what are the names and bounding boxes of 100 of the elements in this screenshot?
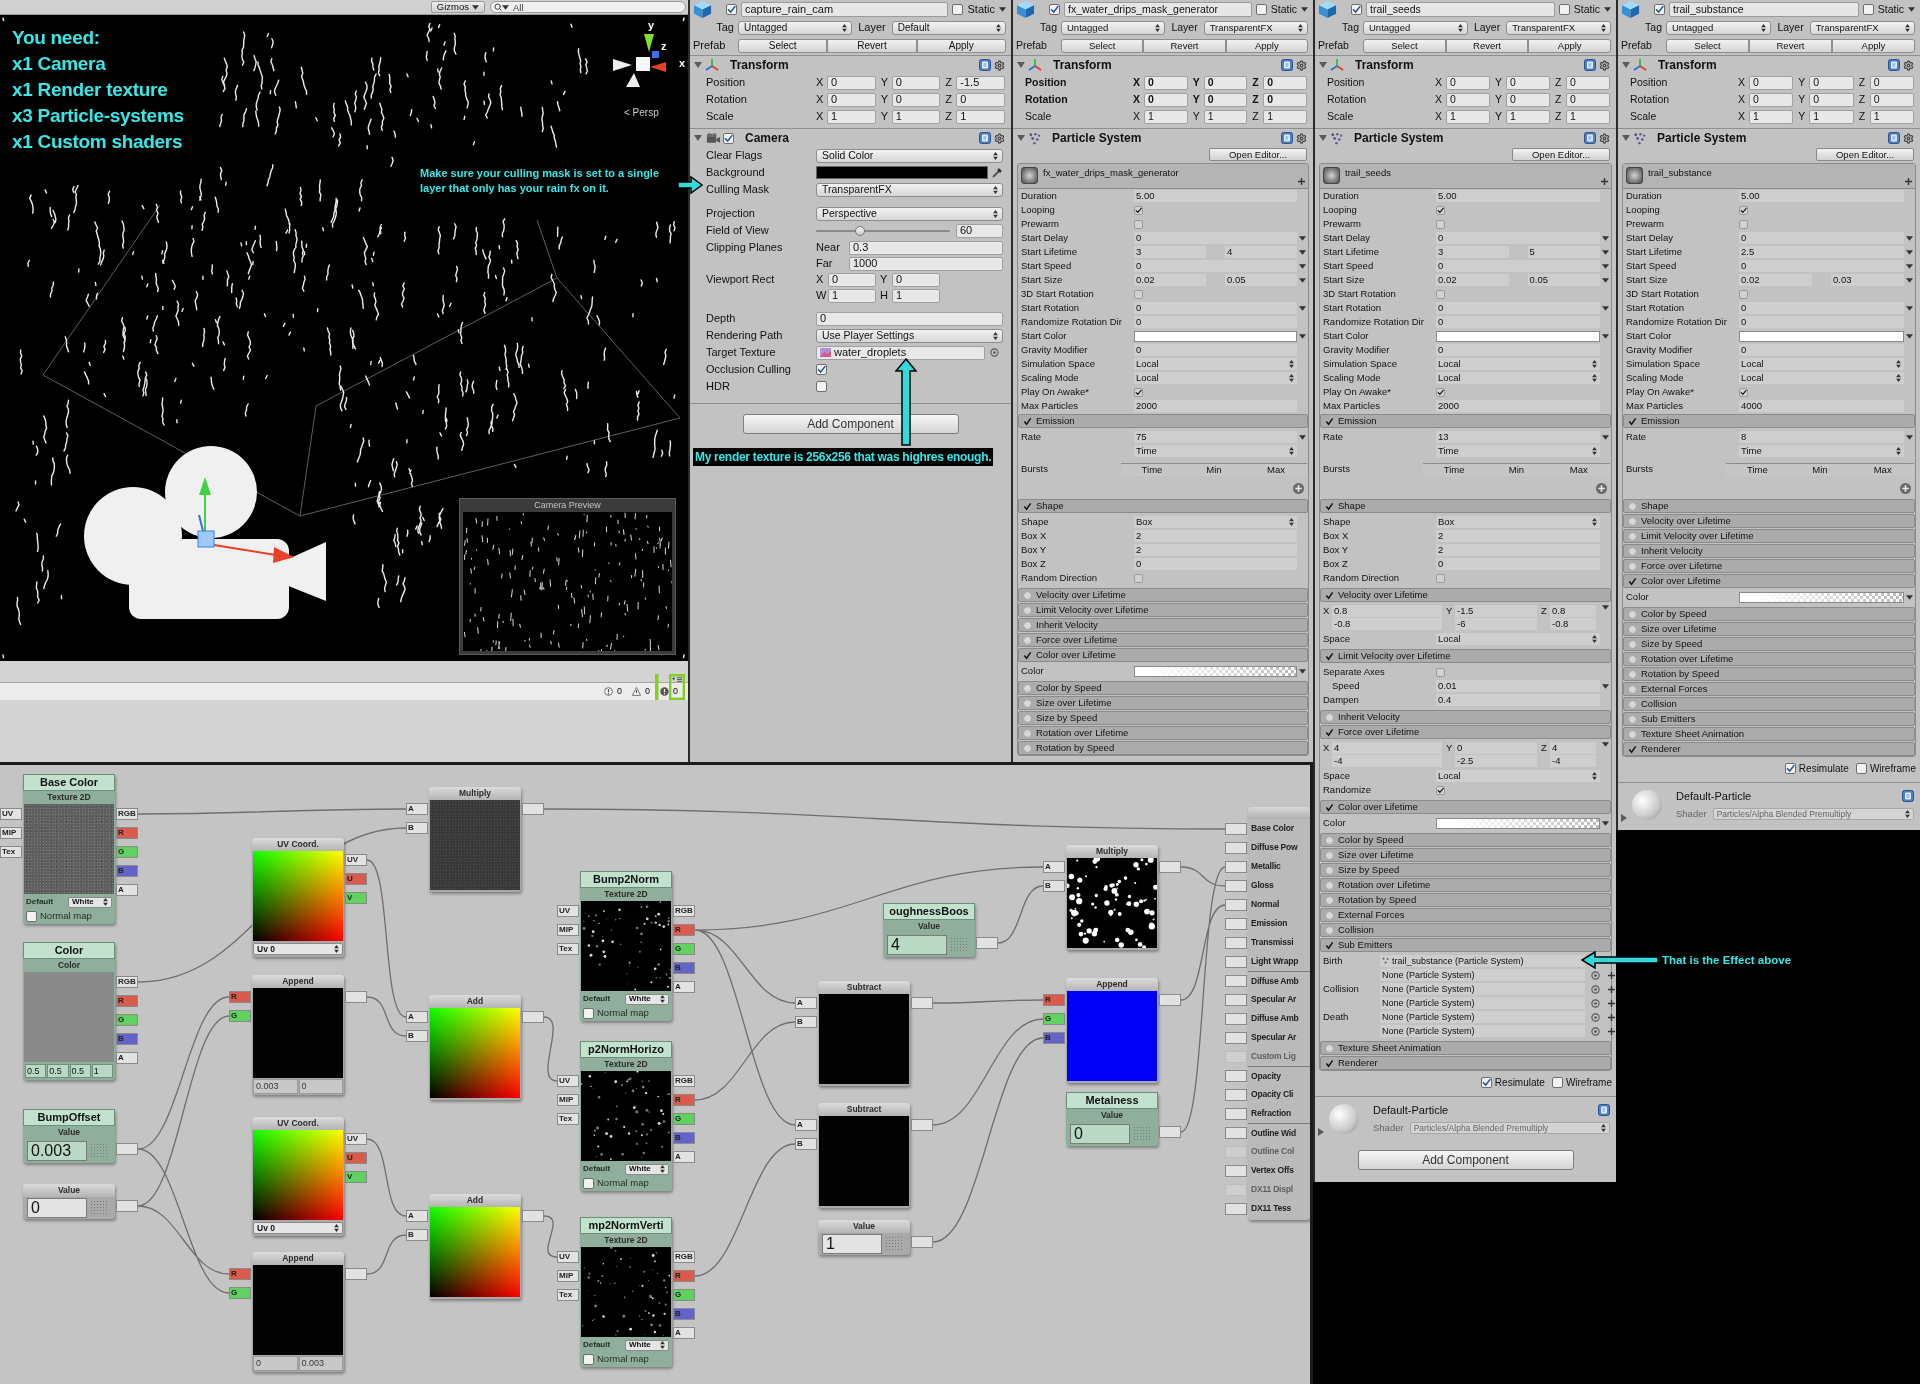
input-port[interactable]: G bbox=[229, 1287, 251, 1299]
module-header[interactable]: Collision bbox=[1623, 697, 1915, 711]
module-checkbox[interactable] bbox=[1023, 683, 1032, 693]
value-field[interactable]: 2 bbox=[1436, 530, 1600, 542]
input-port[interactable]: B bbox=[406, 822, 428, 834]
dropdown-arrow-icon[interactable] bbox=[1298, 333, 1306, 339]
grip-icon[interactable] bbox=[885, 1236, 903, 1252]
module-checkbox[interactable] bbox=[1628, 654, 1637, 664]
input-port[interactable]: MIP bbox=[557, 1094, 579, 1106]
dropdown-arrow-icon[interactable] bbox=[1604, 7, 1611, 12]
value-field[interactable]: -6 bbox=[1455, 618, 1537, 630]
help-book-icon[interactable] bbox=[1281, 132, 1293, 144]
value-field[interactable]: 0 bbox=[1566, 92, 1610, 107]
module-checkbox[interactable] bbox=[1325, 940, 1334, 950]
checkbox[interactable] bbox=[1739, 289, 1748, 299]
module-checkbox[interactable] bbox=[1325, 850, 1334, 860]
module-checkbox[interactable] bbox=[1325, 880, 1334, 890]
module-header[interactable]: Sub Emitters bbox=[1623, 712, 1915, 726]
name-field[interactable]: capture_rain_cam bbox=[741, 2, 949, 17]
input-port[interactable]: G bbox=[1043, 1013, 1065, 1025]
value-field[interactable]: 2000 bbox=[1134, 400, 1297, 412]
checkbox[interactable] bbox=[583, 1007, 594, 1019]
value-field[interactable]: 75 bbox=[1134, 431, 1297, 443]
value-field[interactable]: 0.3 bbox=[849, 240, 1003, 255]
dropdown[interactable]: Use Player Settings bbox=[816, 328, 1003, 343]
node-card[interactable]: Subtract bbox=[818, 1103, 910, 1208]
module-header[interactable]: Limit Velocity over Lifetime bbox=[1320, 649, 1611, 663]
checkbox[interactable] bbox=[1255, 4, 1267, 15]
value-field[interactable]: -1.5 bbox=[956, 75, 1005, 90]
node-card[interactable]: Base Color Texture 2D Default White Normal map bbox=[23, 774, 115, 924]
input-port[interactable]: B bbox=[406, 1229, 428, 1241]
node-card[interactable]: Add bbox=[429, 995, 521, 1100]
module-header[interactable]: Rotation over Lifetime bbox=[1018, 726, 1308, 740]
checkbox[interactable] bbox=[583, 1353, 594, 1365]
node-card[interactable]: Subtract bbox=[818, 981, 910, 1086]
object-field[interactable]: None (Particle System) bbox=[1380, 1025, 1585, 1037]
dropdown-arrow-icon[interactable] bbox=[1905, 305, 1913, 311]
name-field[interactable]: trail_substance bbox=[1669, 2, 1859, 17]
prefab-button[interactable]: Revert bbox=[827, 38, 917, 53]
value-field[interactable]: 0.003 bbox=[253, 1079, 298, 1094]
add-component-button[interactable]: Add Component bbox=[742, 414, 959, 434]
value-field[interactable]: -0.8 bbox=[1550, 618, 1596, 630]
object-field[interactable]: trail_substance (Particle System) bbox=[1380, 955, 1585, 967]
foldout-icon[interactable] bbox=[1017, 61, 1025, 69]
module-header[interactable]: Sub Emitters bbox=[1320, 938, 1611, 952]
dropdown-arrow-icon[interactable] bbox=[1298, 668, 1306, 674]
value-field[interactable]: 0.03 bbox=[1831, 274, 1904, 286]
value-field[interactable]: 0 bbox=[1144, 92, 1188, 107]
value-field[interactable]: 8 bbox=[1739, 431, 1904, 443]
input-port[interactable]: A bbox=[795, 1119, 817, 1131]
value-field[interactable]: 0.4 bbox=[1436, 694, 1600, 706]
input-port[interactable]: R bbox=[1043, 994, 1065, 1006]
input-port[interactable]: A bbox=[1043, 861, 1065, 873]
module-header[interactable]: Force over Lifetime bbox=[1320, 725, 1611, 739]
checkbox[interactable] bbox=[1862, 4, 1874, 15]
value-field[interactable]: 0.5 bbox=[47, 1064, 69, 1078]
value-field[interactable]: 2.5 bbox=[1739, 246, 1904, 258]
value-field[interactable]: 4 bbox=[1550, 742, 1596, 754]
foldout-icon[interactable] bbox=[694, 134, 702, 142]
output-port[interactable] bbox=[522, 1210, 544, 1222]
value-field[interactable]: 0.5 bbox=[69, 1064, 91, 1078]
output-port[interactable] bbox=[116, 1200, 138, 1212]
value-field[interactable]: 0 bbox=[1749, 92, 1794, 107]
foldout-icon[interactable] bbox=[1319, 61, 1327, 69]
value-field[interactable]: 60 bbox=[956, 223, 1003, 238]
module-checkbox[interactable] bbox=[1023, 501, 1032, 511]
module-checkbox[interactable] bbox=[1628, 546, 1637, 556]
module-checkbox[interactable] bbox=[1628, 744, 1637, 754]
input-port[interactable] bbox=[1225, 956, 1247, 968]
module-header[interactable]: Rotation by Speed bbox=[1623, 667, 1915, 681]
input-port[interactable]: MIP bbox=[557, 924, 579, 936]
node-card[interactable]: Append bbox=[1066, 978, 1158, 1083]
module-checkbox[interactable] bbox=[1628, 699, 1637, 709]
input-port[interactable]: Tex bbox=[557, 1289, 579, 1301]
checkbox[interactable] bbox=[1134, 219, 1143, 229]
value-field[interactable]: 0 bbox=[27, 1198, 87, 1218]
node-card[interactable]: mp2NormVerti Texture 2D Default White Normal map bbox=[580, 1217, 672, 1367]
prefab-button[interactable]: Apply bbox=[1832, 38, 1915, 53]
value-field[interactable]: 5.00 bbox=[1436, 190, 1600, 202]
value-field[interactable]: 0 bbox=[1749, 75, 1794, 90]
output-port[interactable]: G bbox=[116, 1014, 138, 1026]
value-field[interactable]: 4 bbox=[1225, 246, 1297, 258]
prefab-button[interactable]: Revert bbox=[1749, 38, 1832, 53]
dropdown-arrow-icon[interactable] bbox=[1601, 434, 1609, 440]
module-header[interactable]: Limit Velocity over Lifetime bbox=[1018, 603, 1308, 617]
input-port[interactable] bbox=[1225, 880, 1247, 892]
value-field[interactable]: 0 bbox=[1263, 75, 1307, 90]
module-checkbox[interactable] bbox=[1325, 416, 1334, 426]
gizmos-button[interactable]: Gizmos bbox=[430, 1, 485, 13]
dropdown-arrow-icon[interactable] bbox=[1601, 305, 1609, 311]
help-book-icon[interactable] bbox=[1902, 789, 1914, 802]
menu-icon[interactable] bbox=[672, 677, 682, 682]
axis-gizmo-icon[interactable] bbox=[612, 33, 668, 89]
checkbox[interactable] bbox=[1480, 1076, 1492, 1088]
input-port[interactable] bbox=[1225, 899, 1247, 911]
value-field[interactable]: 1 bbox=[1506, 109, 1550, 124]
help-book-icon[interactable] bbox=[979, 132, 991, 144]
dropdown-arrow-icon[interactable] bbox=[1601, 742, 1609, 747]
checkbox[interactable] bbox=[1436, 785, 1445, 795]
dropdown-arrow-icon[interactable] bbox=[1908, 7, 1915, 12]
